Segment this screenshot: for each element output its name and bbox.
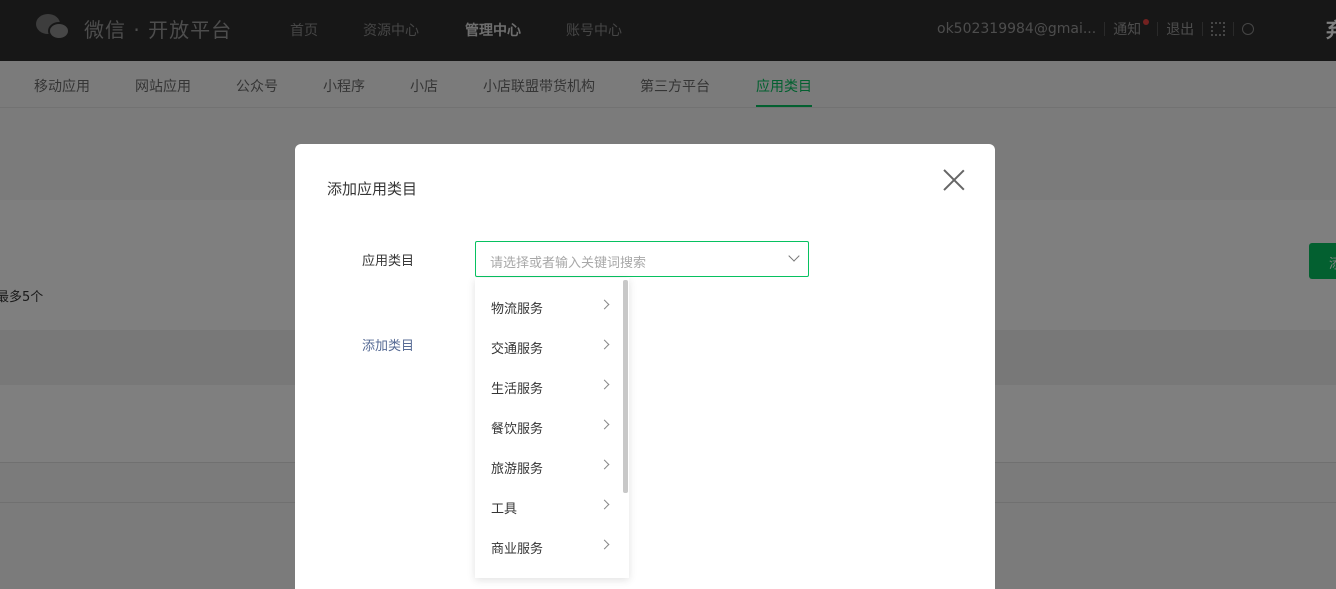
chevron-right-icon xyxy=(599,379,610,390)
chevron-right-icon xyxy=(599,419,610,430)
close-icon[interactable] xyxy=(943,169,965,191)
dropdown-item-label: 交通服务 xyxy=(491,342,544,357)
add-category-link[interactable]: 添加类目 xyxy=(362,335,414,354)
add-category-dialog: 添加应用类目 应用类目 请选择或者输入关键词搜索 添加类目 xyxy=(295,144,995,589)
chevron-down-icon xyxy=(788,250,800,262)
dropdown-item-logistics[interactable]: 物流服务 xyxy=(475,285,621,325)
dropdown-item-travel[interactable]: 旅游服务 xyxy=(475,445,621,485)
chevron-right-icon xyxy=(599,499,610,510)
dropdown-item-label: 旅游服务 xyxy=(491,462,544,477)
dropdown-item-label: 物流服务 xyxy=(491,302,544,317)
dropdown-item-transport[interactable]: 交通服务 xyxy=(475,325,621,365)
chevron-right-icon xyxy=(599,539,610,550)
dropdown-item-label: 餐饮服务 xyxy=(491,422,544,437)
chevron-right-icon xyxy=(599,339,610,350)
dialog-title: 添加应用类目 xyxy=(327,180,418,198)
dropdown-item-dining[interactable]: 餐饮服务 xyxy=(475,405,621,445)
dropdown-item-life[interactable]: 生活服务 xyxy=(475,365,621,405)
dropdown-item-tools[interactable]: 工具 xyxy=(475,485,621,525)
chevron-right-icon xyxy=(599,459,610,470)
dropdown-item-label: 商业服务 xyxy=(491,542,544,557)
category-dropdown: 物流服务 交通服务 生活服务 餐饮服务 旅游服务 工具 商业服务 xyxy=(475,278,629,578)
category-select-placeholder: 请选择或者输入关键词搜索 xyxy=(490,256,647,271)
category-select[interactable]: 请选择或者输入关键词搜索 xyxy=(475,241,809,277)
dropdown-item-label: 工具 xyxy=(491,502,518,517)
chevron-right-icon xyxy=(599,299,610,310)
dropdown-item-business[interactable]: 商业服务 xyxy=(475,525,621,565)
category-field-label: 应用类目 xyxy=(362,254,415,269)
dropdown-item-label: 生活服务 xyxy=(491,382,544,397)
dropdown-scrollbar[interactable] xyxy=(623,280,628,493)
